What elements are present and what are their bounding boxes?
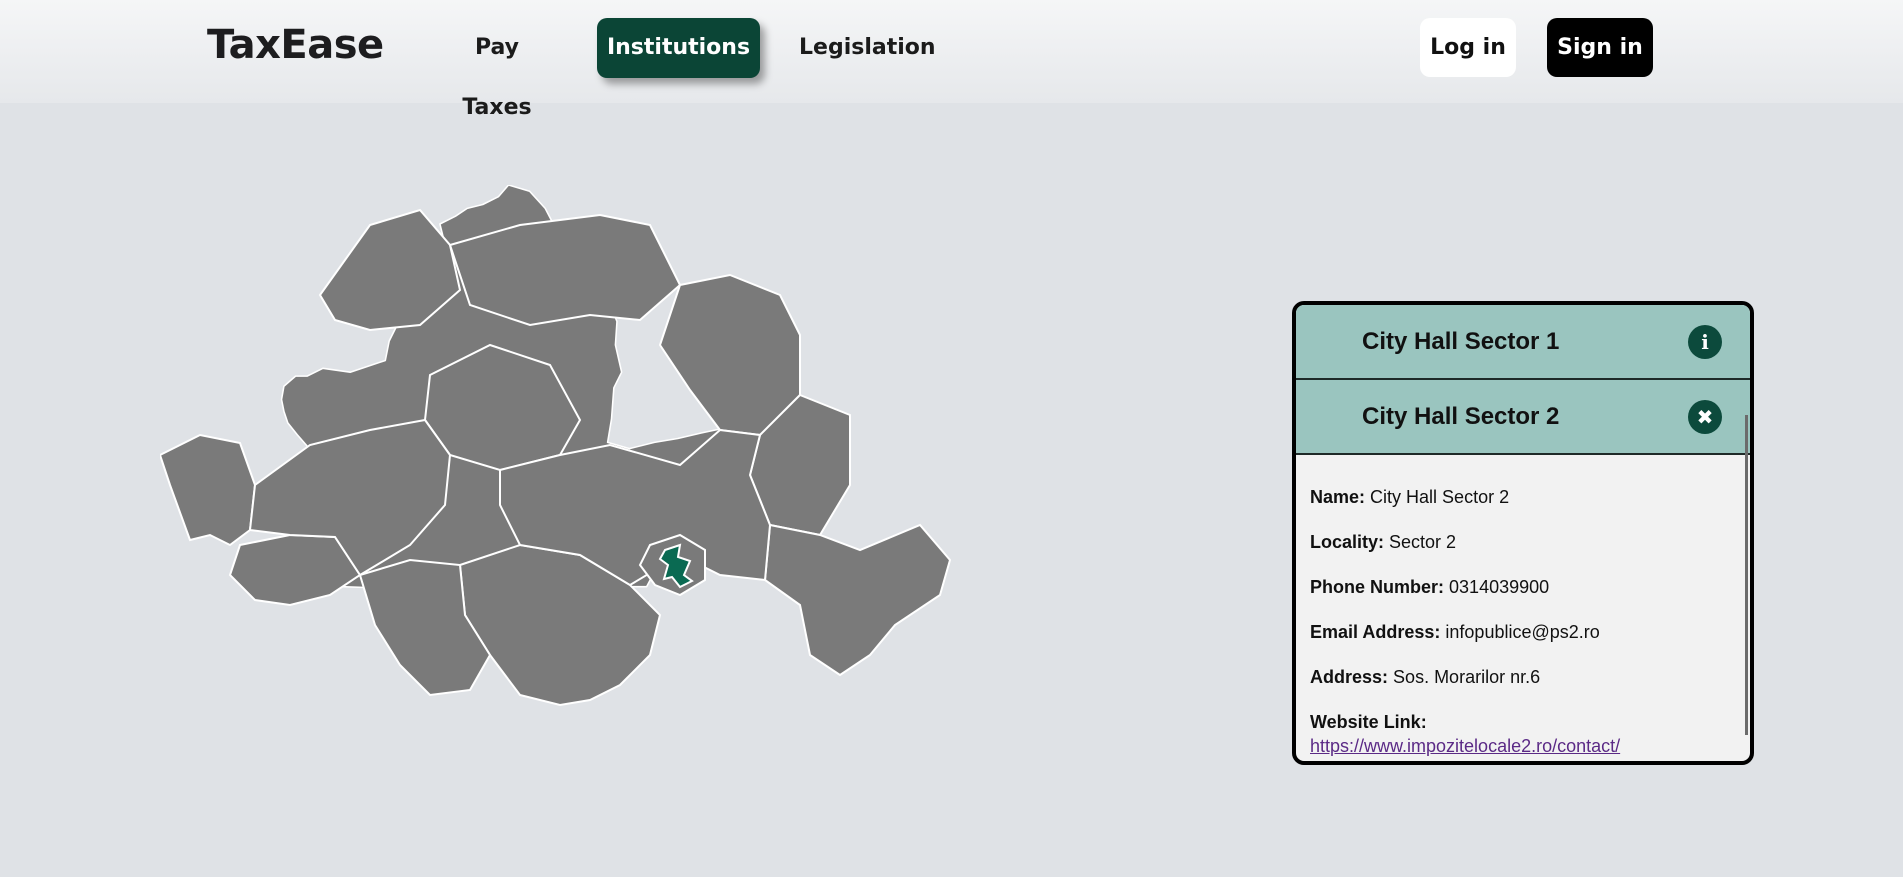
institution-details: Name: City Hall Sector 2 Locality: Secto… <box>1296 455 1750 758</box>
close-icon[interactable]: ✖ <box>1688 400 1722 434</box>
accordion-title: City Hall Sector 2 <box>1362 403 1560 430</box>
logo[interactable]: TaxEase <box>207 22 384 68</box>
detail-address: Address: Sos. Morarilor nr.6 <box>1310 667 1541 687</box>
map-county-northeast <box>658 273 801 437</box>
scrollbar[interactable] <box>1745 415 1748 735</box>
accordion-item-sector-2[interactable]: City Hall Sector 2 ✖ <box>1296 380 1750 455</box>
nav-legislation[interactable]: Legislation <box>799 18 936 78</box>
website-link[interactable]: https://www.impozitelocale2.ro/contact/ <box>1310 736 1620 756</box>
top-navigation-bar: TaxEase Pay Taxes Institutions Legislati… <box>0 0 1903 120</box>
nav-pay-taxes[interactable]: Pay Taxes <box>437 18 557 120</box>
detail-email: Email Address: infopublice@ps2.ro <box>1310 622 1600 642</box>
accordion-item-sector-1[interactable]: City Hall Sector 1 i <box>1296 305 1750 380</box>
detail-website: Website Link: https://www.impozitelocale… <box>1310 712 1621 756</box>
institutions-panel: City Hall Sector 1 i City Hall Sector 2 … <box>1292 301 1754 765</box>
map-county-southeast <box>763 523 952 677</box>
nav-institutions[interactable]: Institutions <box>597 18 760 78</box>
detail-phone: Phone Number: 0314039900 <box>1310 577 1550 597</box>
detail-locality: Locality: Sector 2 <box>1310 532 1457 552</box>
romania-counties-map <box>160 185 952 707</box>
detail-name: Name: City Hall Sector 2 <box>1310 487 1510 507</box>
map-county-west <box>160 433 257 547</box>
log-in-button[interactable]: Log in <box>1420 18 1516 77</box>
sign-in-button[interactable]: Sign in <box>1547 18 1653 77</box>
info-icon[interactable]: i <box>1688 325 1722 359</box>
accordion-title: City Hall Sector 1 <box>1362 328 1560 355</box>
